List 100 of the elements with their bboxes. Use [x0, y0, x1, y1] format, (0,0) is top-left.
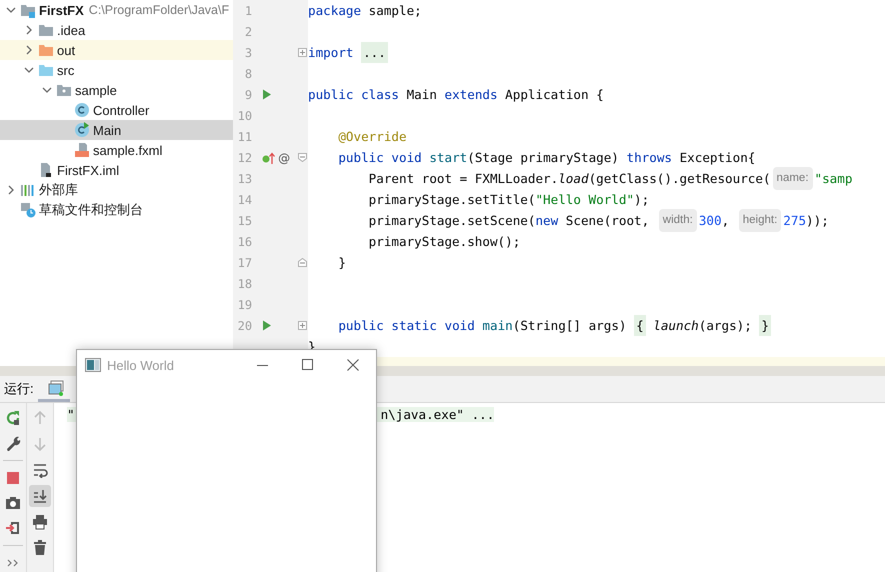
scratch-icon: [20, 202, 36, 218]
line-number: 20: [238, 318, 252, 332]
folded-code[interactable]: }: [759, 315, 772, 336]
chevron-down-icon[interactable]: [42, 85, 52, 95]
code-keyword: package: [308, 2, 362, 20]
code-text: }: [337, 254, 346, 272]
implements-icon[interactable]: [262, 152, 276, 164]
run-label: 运行:: [3, 380, 35, 398]
code-text: primaryStage.show();: [368, 233, 520, 251]
tree-item-label: FirstFX: [39, 2, 84, 18]
tree-item-label: src: [57, 62, 74, 78]
line-number: 12: [238, 150, 252, 164]
code-text: (args);: [698, 317, 753, 335]
maximize-icon[interactable]: [302, 359, 314, 371]
line-number: 8: [244, 66, 252, 80]
console-output: n\java.exe" ...: [380, 407, 494, 422]
window-title: Hello World: [107, 358, 175, 372]
method-call: launch: [652, 317, 699, 335]
code-keyword: import: [308, 44, 354, 62]
tree-item[interactable]: sample.fxml: [0, 140, 233, 160]
method-name: start: [428, 149, 468, 167]
file-icon: [74, 142, 90, 158]
app-icon: [85, 358, 101, 372]
project-path: C:\ProgramFolder\Java\F: [88, 3, 230, 17]
code-text: sample;: [368, 2, 422, 20]
tree-item-label: sample: [75, 82, 117, 98]
code-keyword: public: [337, 317, 384, 335]
chevron-down-icon[interactable]: [6, 5, 16, 15]
line-number: 18: [238, 276, 252, 290]
run-icon[interactable]: [262, 320, 272, 331]
camera-icon[interactable]: [5, 495, 21, 511]
tree-item[interactable]: 草稿文件和控制台: [0, 200, 233, 220]
tree-item[interactable]: .idea: [0, 20, 233, 40]
line-number: 1: [244, 4, 252, 18]
tree-item[interactable]: FirstFX.iml: [0, 160, 233, 180]
method-call: load: [558, 170, 589, 188]
folder-icon: [38, 42, 54, 58]
tree-item-label: Controller: [93, 102, 150, 118]
package-icon: [56, 82, 72, 98]
tree-item-label: 草稿文件和控制台: [39, 201, 143, 219]
tree-item-label: out: [57, 42, 76, 58]
line-number: 3: [244, 46, 252, 60]
tree-item[interactable]: Controller: [0, 100, 233, 120]
line-number: 19: [238, 298, 252, 312]
chevron-right-icon[interactable]: [6, 185, 16, 195]
fold-expand-icon[interactable]: [298, 48, 307, 57]
stop-icon[interactable]: [5, 470, 21, 486]
code-text: ));: [806, 212, 829, 230]
code-string: "Hello World": [535, 191, 634, 209]
scroll-end-icon[interactable]: [29, 485, 51, 507]
tree-item[interactable]: out: [0, 40, 233, 60]
parameter-hint: name:: [772, 167, 813, 190]
wrench-icon[interactable]: [5, 435, 21, 451]
code-string: "samp: [814, 170, 852, 188]
annotation: @Override: [337, 128, 407, 146]
tree-item[interactable]: 外部库: [0, 180, 233, 200]
code-keyword: static: [390, 317, 437, 335]
tree-item[interactable]: sample: [0, 80, 233, 100]
app-window-icon: [48, 380, 64, 396]
parameter-hint: width:: [658, 209, 697, 232]
line-number: 17: [238, 256, 252, 270]
chevron-right-icon[interactable]: [24, 25, 34, 35]
chevron-right-icon[interactable]: [24, 45, 34, 55]
console-output: ": [67, 407, 75, 422]
folder-icon: [38, 22, 54, 38]
code-keyword: void: [390, 149, 422, 167]
tree-item[interactable]: Main: [0, 120, 233, 140]
code-text: Exception{: [678, 149, 756, 167]
code-text: ,: [722, 212, 730, 230]
file-icon: [38, 162, 54, 178]
line-number: 13: [238, 172, 252, 186]
code-number: 275: [783, 212, 806, 230]
code-keyword: class: [360, 86, 399, 104]
run-icon[interactable]: [262, 89, 272, 100]
tree-item[interactable]: FirstFX C:\ProgramFolder\Java\F: [0, 0, 233, 20]
fold-collapse-icon[interactable]: [298, 153, 307, 162]
fold-end-icon[interactable]: [298, 258, 307, 267]
tree-item[interactable]: src: [0, 60, 233, 80]
code-keyword: public: [337, 149, 384, 167]
folded-code[interactable]: {: [634, 315, 646, 336]
tree-item-label: FirstFX.iml: [57, 162, 120, 178]
code-text: Scene(root,: [564, 212, 650, 230]
class-icon: [74, 102, 90, 118]
exit-icon[interactable]: [5, 520, 21, 536]
line-number: 2: [244, 24, 252, 38]
code-number: 300: [698, 212, 722, 230]
class-icon: [74, 122, 90, 138]
code-text: Parent root = FXMLLoader.: [368, 170, 558, 188]
chevron-down-icon[interactable]: [24, 65, 34, 75]
close-icon[interactable]: [347, 359, 359, 371]
code-text: (Stage primaryStage): [467, 149, 620, 167]
gutter-mark[interactable]: @: [278, 150, 290, 164]
code-text: (String[] args): [512, 317, 628, 335]
folded-code[interactable]: ...: [361, 42, 388, 63]
line-number: 10: [238, 108, 252, 122]
code-keyword: void: [443, 317, 475, 335]
fold-expand-icon[interactable]: [298, 321, 307, 330]
rerun-icon[interactable]: [5, 410, 21, 426]
code-text: primaryStage.setTitle(: [368, 191, 536, 209]
line-number: 14: [238, 192, 252, 206]
